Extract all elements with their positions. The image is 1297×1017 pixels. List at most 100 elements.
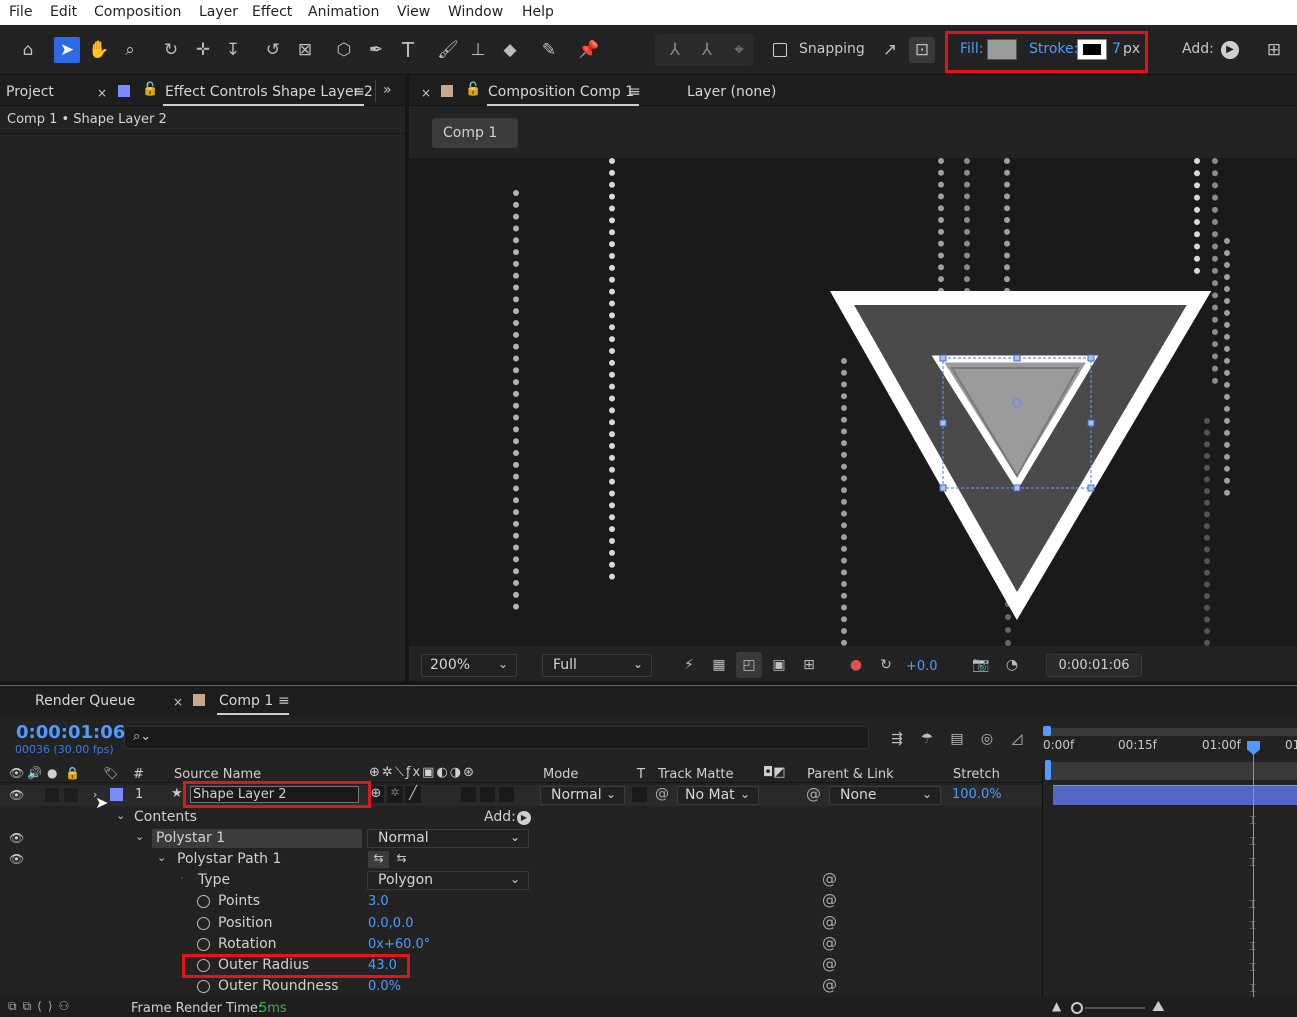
shape-tool-icon[interactable]: ⬡	[331, 37, 357, 63]
in-point-marker[interactable]	[1045, 760, 1051, 780]
show-snapshot-icon[interactable]: ◔	[999, 652, 1025, 678]
layer-search-input[interactable]: ⌕⌄	[124, 726, 869, 749]
magnification-dropdown[interactable]: 200% ⌄	[421, 654, 517, 677]
stretch-value[interactable]: 100.0%	[952, 787, 1002, 802]
local-axis-icon[interactable]: ⅄	[662, 37, 688, 63]
polystar-mode-dropdown[interactable]: Normal ⌄	[367, 829, 529, 848]
audio-toggle[interactable]	[45, 788, 59, 802]
rotation-value[interactable]: 0x+60.0°	[368, 937, 430, 952]
property-outer-radius-row[interactable]: Outer Radius 43.0 @	[0, 955, 1042, 976]
snap-edges-icon[interactable]: ↗	[877, 37, 903, 63]
zoom-slider-track[interactable]	[1085, 1007, 1145, 1009]
quality-switch-icon[interactable]: ✲	[387, 786, 403, 803]
dolly-camera-icon[interactable]: ↧	[220, 37, 246, 63]
zoom-slider-handle[interactable]	[1071, 1002, 1083, 1014]
graph-editor-icon[interactable]: ◿	[1004, 726, 1030, 752]
type-tool-icon[interactable]: T	[395, 37, 421, 63]
work-area-bar[interactable]	[1045, 728, 1297, 736]
draft-3d-icon[interactable]: ☂	[914, 726, 940, 752]
lock-column-icon[interactable]: 🔒	[65, 766, 80, 780]
collapse-arrow-icon[interactable]: ⌄	[135, 830, 144, 843]
pan-behind-icon[interactable]: ⊠	[292, 37, 318, 63]
view-axis-icon[interactable]: ⌖	[726, 37, 752, 63]
menu-file[interactable]: File	[9, 4, 32, 20]
add-content-icon[interactable]: ▶	[517, 811, 531, 825]
channel-icon[interactable]: ●	[843, 652, 869, 678]
points-value[interactable]: 3.0	[368, 894, 389, 909]
home-icon[interactable]: ⌂	[15, 37, 41, 63]
property-position-row[interactable]: Position 0.0,0.0 @	[0, 913, 1042, 934]
polystar-name-field[interactable]: Polystar 1	[152, 829, 362, 848]
property-outer-roundness-row[interactable]: Outer Roundness 0.0% @	[0, 976, 1042, 997]
solo-icon[interactable]: ●	[47, 766, 57, 780]
snap-features-icon[interactable]: ⊡	[909, 37, 935, 63]
shape-layer-preview[interactable]	[409, 158, 1297, 646]
track-matte-pickwhip-icon[interactable]: @	[655, 786, 669, 802]
composition-canvas[interactable]	[409, 158, 1297, 646]
layer-duration-bar[interactable]	[1053, 785, 1297, 805]
work-area-start[interactable]	[1043, 726, 1051, 736]
hide-shy-icon[interactable]: ▤	[944, 726, 970, 752]
path-direction-icon[interactable]: ⇆	[368, 851, 389, 868]
close-tab-icon[interactable]: ×	[421, 86, 431, 100]
solo-toggle[interactable]	[64, 788, 78, 802]
collapse-arrow-icon[interactable]: ⌄	[116, 809, 125, 822]
stopwatch-icon[interactable]	[197, 917, 210, 930]
eraser-tool-icon[interactable]: ◆	[497, 37, 523, 63]
stopwatch-icon[interactable]	[197, 895, 210, 908]
parent-dropdown[interactable]: None ⌄	[829, 786, 941, 805]
expression-pickwhip-icon[interactable]: @	[822, 891, 837, 909]
rotation-tool-icon[interactable]: ↺	[260, 37, 286, 63]
orbit-camera-icon[interactable]: ↻	[158, 37, 184, 63]
panel-menu-icon[interactable]: ≡	[353, 84, 365, 100]
property-type-row[interactable]: · Type Polygon ⌄ @	[0, 870, 1042, 891]
expression-pickwhip-icon[interactable]: @	[822, 955, 837, 973]
pan-camera-icon[interactable]: ✛	[190, 37, 216, 63]
stopwatch-icon[interactable]	[197, 938, 210, 951]
visibility-eye-icon[interactable]: 👁	[9, 788, 24, 802]
exposure-value[interactable]: +0.0	[906, 659, 938, 674]
close-tab-icon[interactable]: ×	[97, 86, 107, 100]
menu-animation[interactable]: Animation	[308, 4, 379, 20]
transparency-grid-icon[interactable]: ▦	[706, 652, 732, 678]
stopwatch-icon[interactable]	[197, 980, 210, 993]
collapse-arrow-icon[interactable]: ⌄	[157, 851, 166, 864]
resolution-dropdown[interactable]: Full ⌄	[542, 654, 652, 677]
adjustment-switch[interactable]	[480, 787, 495, 802]
menu-composition[interactable]: Composition	[94, 4, 181, 20]
pen-tool-icon[interactable]: ✒	[363, 37, 389, 63]
motion-blur-switch[interactable]	[461, 787, 476, 802]
visibility-eye-icon[interactable]: 👁	[9, 852, 24, 866]
layer-label-color[interactable]	[110, 788, 123, 801]
comp-nav-button[interactable]: Comp 1	[432, 118, 518, 148]
render-queue-tab[interactable]: Render Queue	[35, 693, 135, 709]
polystar-type-dropdown[interactable]: Polygon ⌄	[367, 871, 529, 890]
video-eye-icon[interactable]: 👁	[9, 766, 24, 780]
zoom-tool-icon[interactable]: ⌕	[117, 37, 143, 63]
world-axis-icon[interactable]: ⅄	[694, 37, 720, 63]
track-matte-dropdown[interactable]: No Mat ⌄	[677, 786, 759, 805]
menu-help[interactable]: Help	[522, 4, 554, 20]
expression-pickwhip-icon[interactable]: @	[822, 934, 837, 952]
quality-line-icon[interactable]: ╱	[405, 786, 421, 803]
mask-visibility-icon[interactable]: ◰	[736, 652, 762, 678]
zoom-in-icon[interactable]: ⛰	[1152, 997, 1165, 1015]
panel-menu-icon[interactable]: ≡	[629, 84, 641, 100]
polystar-row[interactable]: 👁 ⌄ Polystar 1 Normal ⌄	[0, 828, 1042, 849]
close-tab-icon[interactable]: ×	[173, 695, 183, 709]
lock-icon[interactable]: 🔓	[465, 82, 481, 97]
layer-tab[interactable]: Layer (none)	[687, 84, 776, 100]
clone-stamp-icon[interactable]: ⊥	[465, 37, 491, 63]
expand-panels-icon[interactable]: »	[383, 82, 392, 98]
property-rotation-row[interactable]: Rotation 0x+60.0° @	[0, 934, 1042, 955]
puppet-pin-icon[interactable]: 📌	[576, 37, 602, 63]
region-of-interest-icon[interactable]: ▣	[766, 652, 792, 678]
expression-pickwhip-icon[interactable]: @	[822, 870, 837, 888]
workspace-icon[interactable]: ⊞	[1261, 37, 1287, 63]
project-tab[interactable]: Project	[6, 84, 54, 100]
hand-tool-icon[interactable]: ✋	[86, 37, 112, 63]
preserve-transparency[interactable]	[632, 787, 647, 802]
audio-icon[interactable]: 🔊	[27, 766, 42, 780]
effect-controls-tab[interactable]: Effect Controls Shape Layer 2	[165, 84, 373, 100]
roto-brush-icon[interactable]: ✎	[536, 37, 562, 63]
